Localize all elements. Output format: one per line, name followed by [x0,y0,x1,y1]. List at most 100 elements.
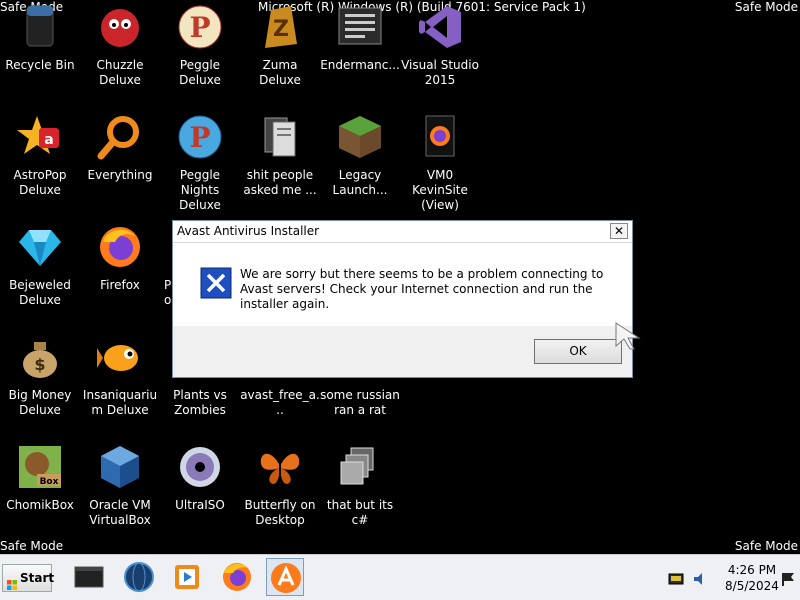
desktop-icon-label: Bejeweled Deluxe [9,278,71,307]
peggle-nights-icon: P [177,114,223,160]
taskbar-terminal-button[interactable] [70,558,108,596]
chomikbox-icon: Box [17,444,63,490]
desktop-icon-label: Chuzzle Deluxe [96,58,144,87]
desktop-icon-label: some russian ran a rat [320,388,400,417]
globe-icon [124,562,154,592]
dialog-title: Avast Antivirus Installer [177,224,320,238]
astropop-icon: a [17,114,63,160]
desktop-icon-ultraiso[interactable]: UltraISO [160,440,240,544]
start-button[interactable]: Start [2,564,55,592]
desktop-icon-label: Peggle Nights Deluxe [179,168,221,212]
taskbar-media-player-button[interactable] [168,558,206,596]
desktop-icon-visual-studio[interactable]: Visual Studio 2015 [400,0,480,104]
desktop-icon-label: Oracle VM VirtualBox [89,498,151,527]
desktop-icon-butterfly[interactable]: Butterfly on Desktop [240,440,320,544]
svg-text:Z: Z [273,17,289,42]
close-button[interactable]: ✕ [610,223,628,239]
taskbar-firefox-button[interactable] [218,558,256,596]
desktop-icon-label: ChomikBox [6,498,74,512]
taskbar-avast-button[interactable] [266,558,304,596]
error-x-icon [200,267,232,299]
clock-date[interactable]: 8/5/2024 [722,579,782,594]
svg-text:a: a [44,132,53,148]
taskbar-globe-button[interactable] [120,558,158,596]
dialog-footer: OK [173,326,632,377]
desktop-icon-label: Zuma Deluxe [259,58,301,87]
desktop-icon-vm0-kevinsite[interactable]: VM0 KevinSite (View) [400,110,480,214]
safe-mode-label-bottom-right: Safe Mode [734,539,798,553]
disc-icon [177,444,223,490]
svg-text:P: P [189,121,210,154]
gem-icon [17,224,63,270]
desktop-icon-legacy-launcher[interactable]: Legacy Launch... [320,110,400,214]
desktop-icon-label: Legacy Launch... [332,168,388,197]
shortcut-stack-icon [337,444,383,490]
desktop-icon-folder[interactable]: shit people asked me ... [240,110,320,214]
virtualbox-icon [97,444,143,490]
desktop-icon-peggle-nights[interactable]: P Peggle Nights Deluxe [160,110,240,214]
magnifier-icon [97,114,143,160]
windows-logo-icon [7,573,17,590]
dialog-body: We are sorry but there seems to be a pro… [173,244,632,326]
desktop-icon-chomikbox[interactable]: Box ChomikBox [0,440,80,544]
desktop-icon-label: Everything [87,168,153,182]
desktop-icon-everything[interactable]: Everything [80,110,160,214]
desktop-icon-label: Recycle Bin [5,58,75,72]
flag-icon[interactable] [780,571,796,587]
volume-icon[interactable] [692,571,708,587]
desktop-icon-label: VM0 KevinSite (View) [412,168,468,212]
desktop-icon-label: Big Money Deluxe [8,388,72,417]
avast-icon [271,563,301,593]
clock-time[interactable]: 4:26 PM [722,563,782,578]
desktop-icon-insaniquarium[interactable]: Insaniquarium Deluxe [80,330,160,434]
desktop-icon-chuzzle-deluxe[interactable]: Chuzzle Deluxe [80,0,160,104]
minecraft-icon [337,114,383,160]
start-label: Start [20,571,55,585]
svg-text:P: P [189,11,210,44]
taskbar: Start 4:26 PM 8/5/2024 [0,554,800,600]
text-file-icon [337,4,383,50]
desktop-icon-label: UltraISO [175,498,225,512]
network-icon[interactable] [668,571,684,587]
recycle-bin-icon [17,4,63,50]
terminal-icon [74,566,104,588]
desktop-icon-label: Visual Studio 2015 [401,58,479,87]
firefox-icon [223,563,251,591]
desktop-icon-label: Peggle Deluxe [179,58,221,87]
desktop-icon-peggle-deluxe[interactable]: P Peggle Deluxe [160,0,240,104]
ok-button[interactable]: OK [534,339,622,364]
desktop-icon-label: that but its c# [326,498,394,527]
desktop-icon-big-money[interactable]: $ Big Money Deluxe [0,330,80,434]
desktop-icon-firefox[interactable]: Firefox [80,220,160,324]
desktop-icon-that-but-its-csharp[interactable]: that but its c# [320,440,400,544]
desktop-icon-label: AstroPop Deluxe [13,168,67,197]
system-tray: 4:26 PM 8/5/2024 [662,563,798,595]
chuzzle-icon [97,4,143,50]
firefox-icon [97,224,143,270]
desktop-icon-label: avast_free_a... [240,388,320,417]
desktop-icon-endermanc[interactable]: Endermanc... [320,0,400,104]
fish-icon [97,334,143,380]
safe-mode-label-top-right: Safe Mode [734,0,798,14]
dialog-message: We are sorry but there seems to be a pro… [240,267,604,311]
zuma-icon: Z [257,4,303,50]
avast-error-dialog: Avast Antivirus Installer ✕ We are sorry… [172,220,633,378]
desktop-icon-label: shit people asked me ... [243,168,317,197]
svg-text:Box: Box [40,477,59,487]
visual-studio-icon [417,4,463,50]
dialog-titlebar[interactable]: Avast Antivirus Installer ✕ [173,221,632,243]
desktop-icon-astropop[interactable]: a AstroPop Deluxe [0,110,80,214]
media-player-icon [175,565,199,589]
peggle-icon: P [177,4,223,50]
desktop-icon-virtualbox[interactable]: Oracle VM VirtualBox [80,440,160,544]
desktop-icon-label: Plants vs Zombies [173,388,227,417]
butterfly-icon [257,444,303,490]
desktop-icon-zuma-deluxe[interactable]: Z Zuma Deluxe [240,0,320,104]
desktop-icon-label: Endermanc... [320,58,400,72]
money-bag-icon: $ [17,334,63,380]
desktop-icon-recycle-bin[interactable]: Recycle Bin [0,0,80,104]
svg-text:$: $ [34,355,45,374]
firefox-doc-icon [417,114,463,160]
folder-icon [257,114,303,160]
desktop-icon-bejeweled[interactable]: Bejeweled Deluxe [0,220,80,324]
